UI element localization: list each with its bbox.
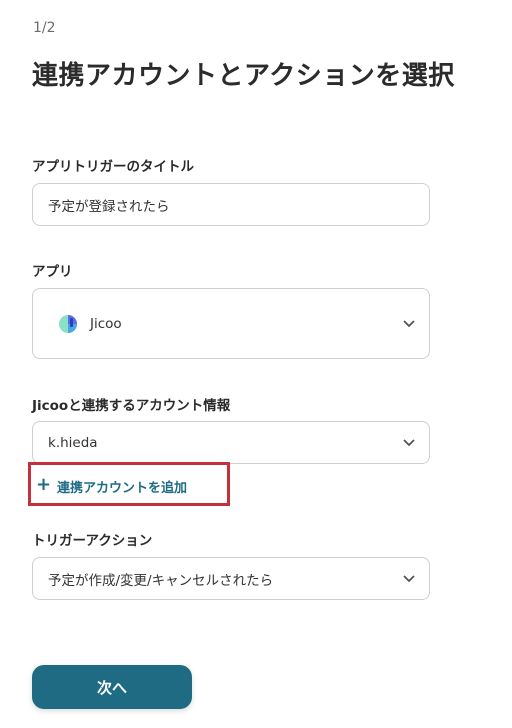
next-button[interactable]: 次へ	[32, 665, 192, 709]
trigger-action-value: 予定が作成/変更/キャンセルされたら	[48, 572, 274, 589]
add-account-link[interactable]: + 連携アカウントを追加	[28, 462, 230, 506]
trigger-action-label: トリガーアクション	[32, 533, 153, 549]
trigger-title-value: 予定が登録されたら	[48, 198, 170, 215]
page-title: 連携アカウントとアクションを選択	[32, 61, 455, 91]
trigger-title-label: アプリトリガーのタイトル	[32, 159, 194, 175]
trigger-action-select[interactable]: 予定が作成/変更/キャンセルされたら	[32, 557, 430, 600]
trigger-title-input[interactable]: 予定が登録されたら	[32, 183, 430, 226]
account-select[interactable]: k.hieda	[32, 421, 430, 464]
chevron-down-icon	[403, 574, 415, 582]
app-value: Jicoo	[90, 315, 122, 332]
app-select[interactable]: Jicoo	[32, 288, 430, 359]
plus-icon: +	[36, 474, 52, 495]
account-label: Jicooと連携するアカウント情報	[32, 398, 231, 414]
step-indicator: 1/2	[33, 20, 56, 36]
add-account-label: 連携アカウントを追加	[57, 481, 188, 496]
chevron-down-icon	[403, 438, 415, 446]
app-label: アプリ	[32, 264, 73, 280]
chevron-down-icon	[403, 319, 415, 327]
account-value: k.hieda	[48, 434, 98, 451]
jicoo-logo-icon	[59, 314, 77, 333]
